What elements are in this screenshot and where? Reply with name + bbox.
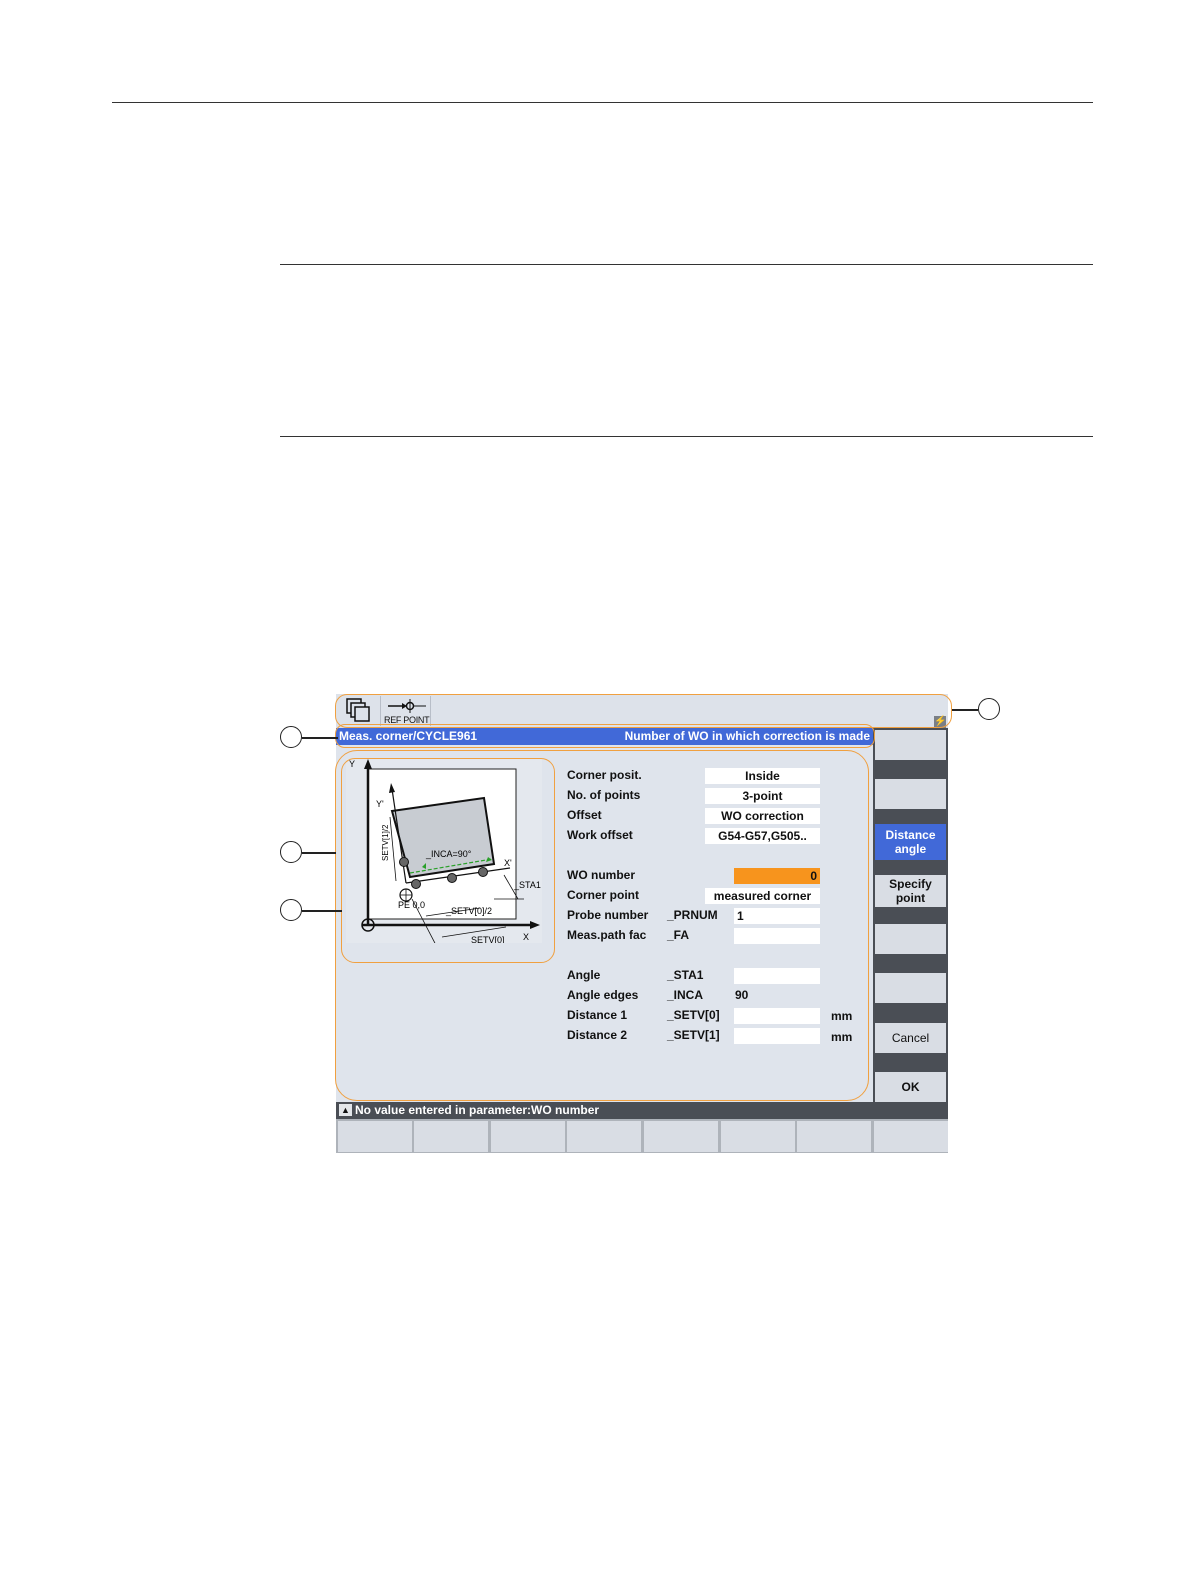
callout-leader-3	[302, 852, 336, 854]
softkey-h2[interactable]	[414, 1121, 488, 1152]
cancel-softkey[interactable]: Cancel	[875, 1023, 946, 1053]
softkey-h1[interactable]	[338, 1121, 412, 1152]
softkey-v6[interactable]	[875, 973, 946, 1003]
vertical-softkey-bar: Distance angle Specify point Cancel OK	[873, 728, 948, 1102]
note-bottom-rule	[280, 436, 1093, 437]
callout-box-titlebar	[335, 724, 875, 748]
callout-marker-4	[280, 899, 302, 921]
status-bar: ▲ No value entered in parameter:WO numbe…	[336, 1102, 948, 1119]
horizontal-softkey-bar	[336, 1119, 948, 1153]
callout-leader-4	[302, 910, 342, 912]
ok-softkey[interactable]: OK	[875, 1072, 946, 1102]
distance-angle-softkey[interactable]: Distance angle	[875, 824, 946, 860]
softkey-h5[interactable]	[644, 1121, 718, 1152]
softkey-v1[interactable]	[875, 730, 946, 760]
callout-marker-2	[280, 726, 302, 748]
softkey-h7[interactable]	[797, 1121, 871, 1152]
callout-marker-3	[280, 841, 302, 863]
softkey-h8[interactable]	[874, 1121, 948, 1152]
callout-box-toolbar	[335, 694, 952, 728]
callout-leader-1	[952, 709, 978, 711]
callout-leader-2	[302, 737, 338, 739]
expand-up-icon[interactable]: ▲	[339, 1104, 352, 1116]
callout-marker-1	[978, 698, 1000, 720]
softkey-h4[interactable]	[567, 1121, 641, 1152]
softkey-h6[interactable]	[721, 1121, 795, 1152]
callout-box-diagram	[341, 758, 555, 963]
page-header-rule	[112, 102, 1093, 103]
status-message: No value entered in parameter:WO number	[355, 1103, 600, 1117]
softkey-h3[interactable]	[491, 1121, 565, 1152]
specify-point-softkey[interactable]: Specify point	[875, 875, 946, 907]
softkey-v2[interactable]	[875, 779, 946, 809]
note-top-rule	[280, 264, 1093, 265]
softkey-v5[interactable]	[875, 924, 946, 954]
